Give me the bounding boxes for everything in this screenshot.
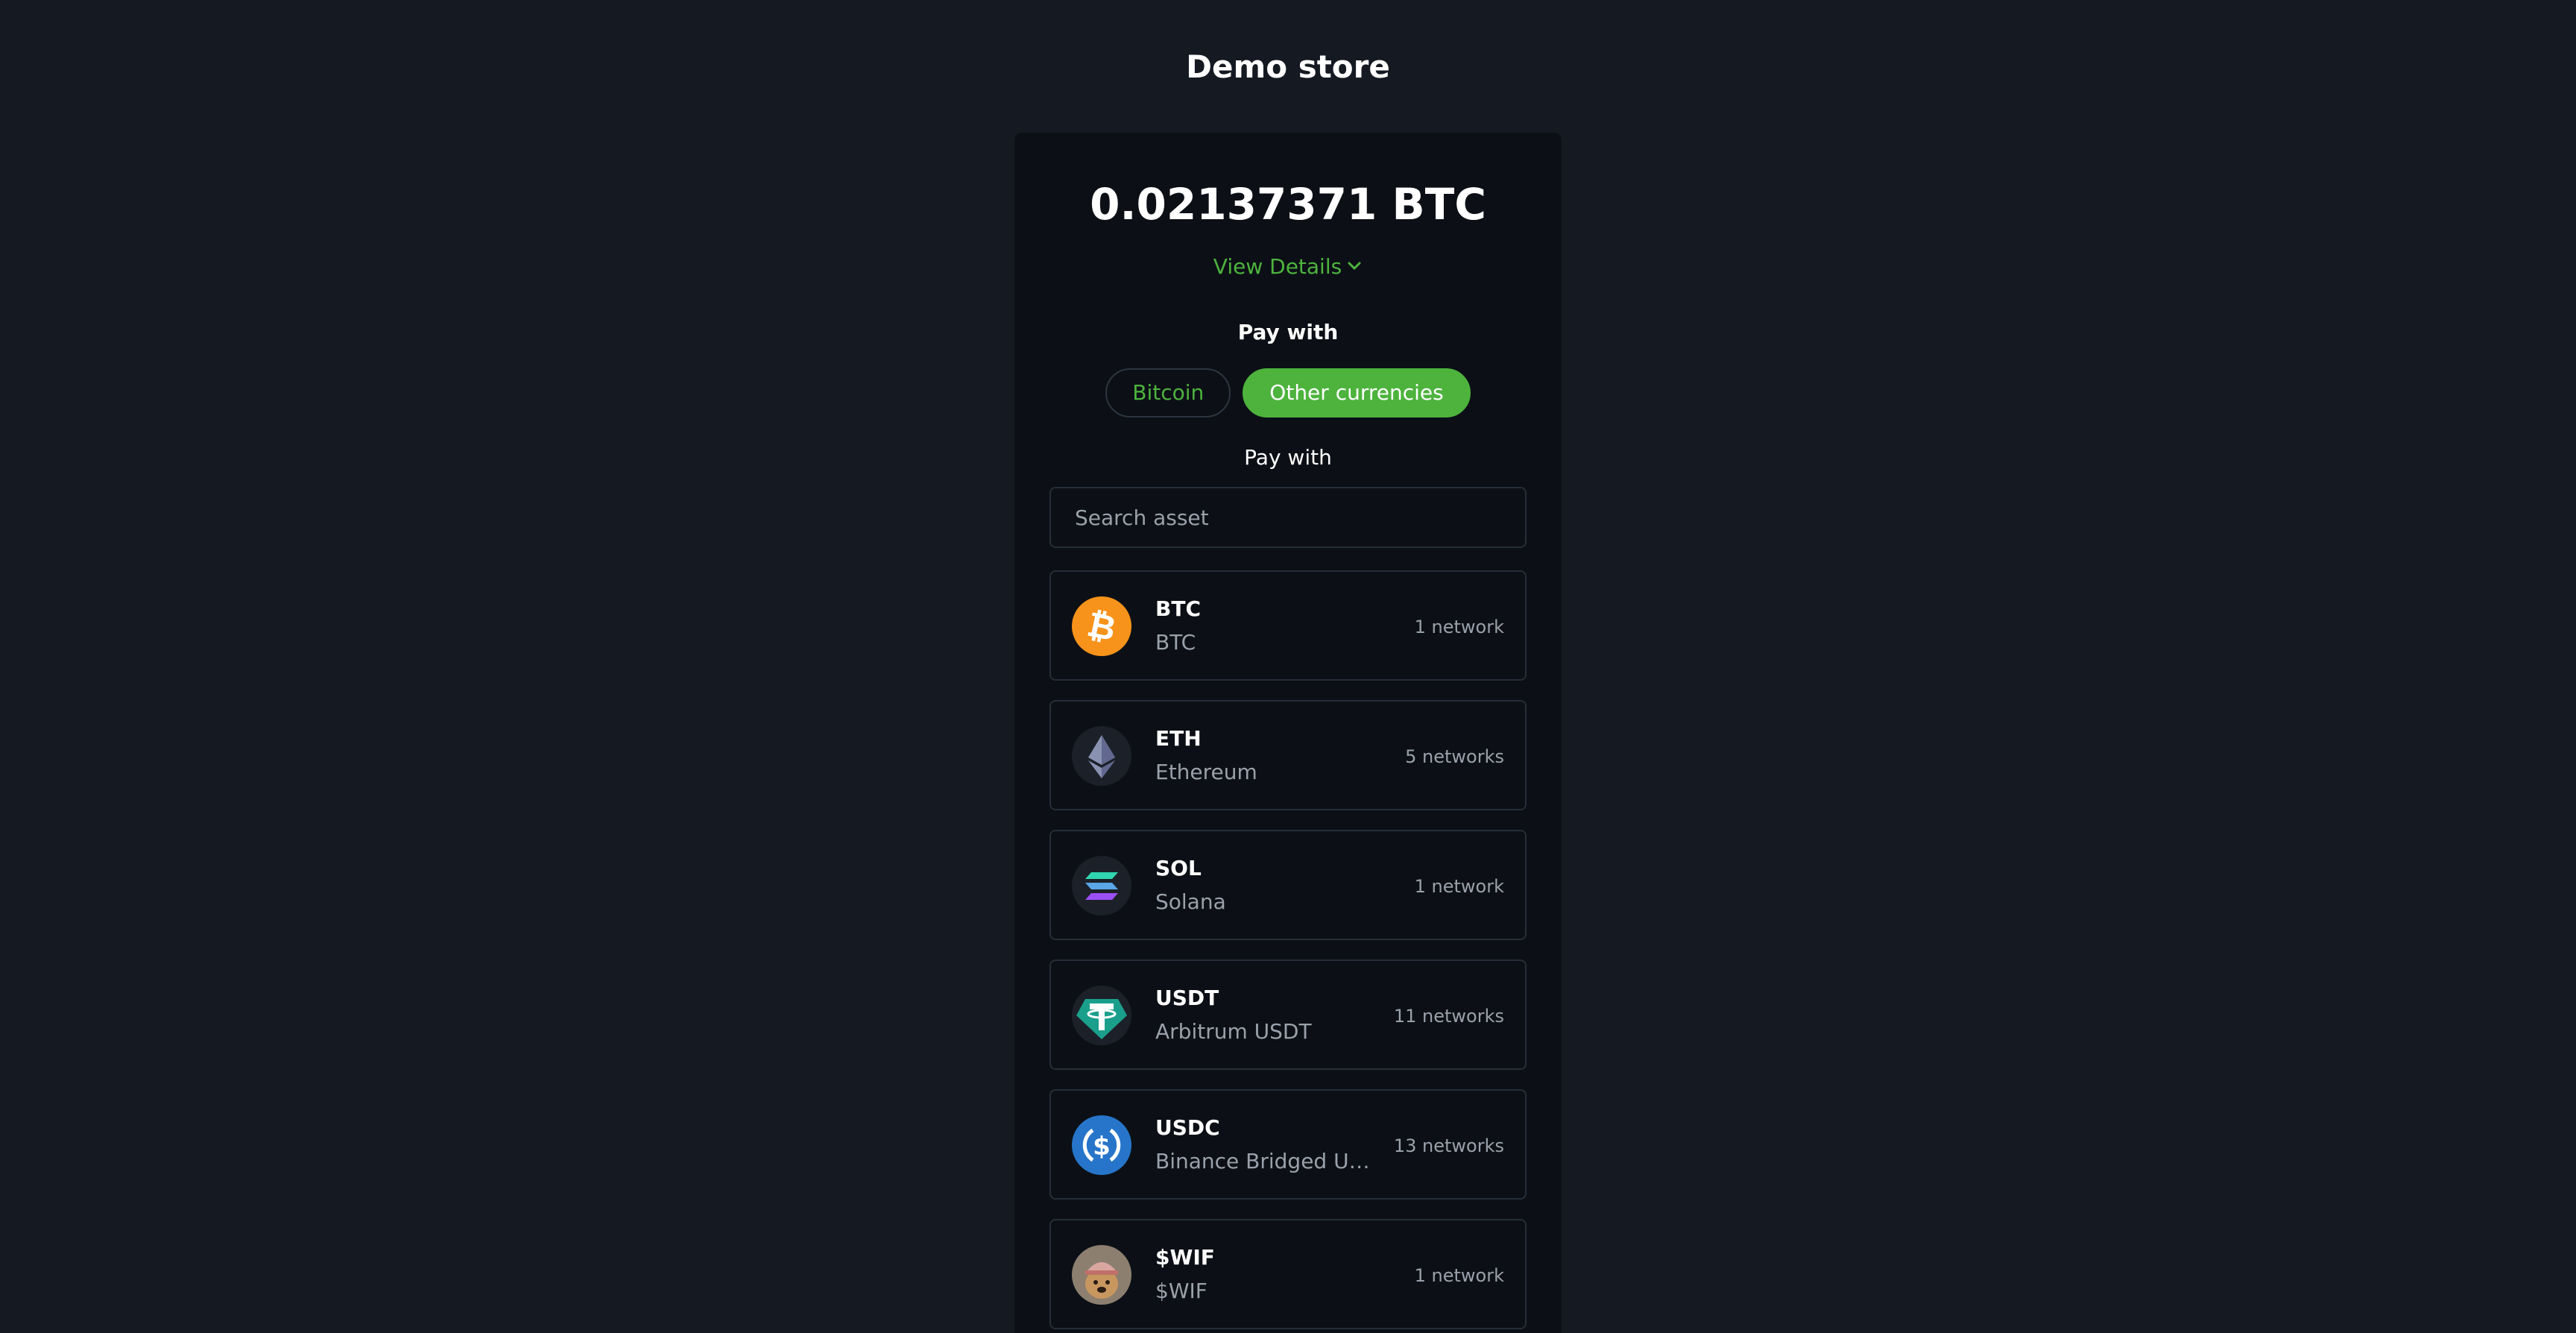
asset-network-count: 13 networks <box>1393 1135 1504 1156</box>
asset-item-sol[interactable]: SOL Solana 1 network <box>1049 830 1527 940</box>
usdc-icon: $ <box>1072 1115 1131 1175</box>
asset-symbol: $WIF <box>1155 1245 1215 1270</box>
tether-icon <box>1072 986 1131 1045</box>
store-title: Demo store <box>1186 48 1390 85</box>
checkout-page: Demo store 0.02137371 BTC View Details P… <box>0 0 2576 1333</box>
pay-with-label: Pay with <box>1244 445 1332 470</box>
asset-name: Solana <box>1155 889 1226 914</box>
asset-name: BTC <box>1155 630 1196 655</box>
bitcoin-option-button[interactable]: Bitcoin <box>1105 368 1231 417</box>
svg-text:$: $ <box>1093 1132 1111 1162</box>
dogwifhat-icon <box>1072 1245 1131 1305</box>
asset-symbol: USDC <box>1155 1115 1220 1140</box>
asset-name: Ethereum <box>1155 760 1257 784</box>
asset-network-count: 1 network <box>1414 876 1504 897</box>
asset-symbol: ETH <box>1155 726 1202 751</box>
pay-with-heading: Pay with <box>1237 320 1339 344</box>
asset-item-eth[interactable]: ETH Ethereum 5 networks <box>1049 700 1527 810</box>
asset-item-usdt[interactable]: USDT Arbitrum USDT 11 networks <box>1049 959 1527 1070</box>
asset-item-usdc[interactable]: $ USDC Binance Bridged US... 13 networks <box>1049 1089 1527 1200</box>
view-details-label: View Details <box>1213 254 1342 279</box>
solana-icon <box>1072 856 1131 916</box>
asset-symbol: SOL <box>1155 856 1202 880</box>
asset-name: $WIF <box>1155 1279 1208 1303</box>
asset-name: Binance Bridged US... <box>1155 1149 1371 1173</box>
payment-amount: 0.02137371 BTC <box>1090 179 1486 230</box>
asset-network-count: 1 network <box>1414 617 1504 637</box>
asset-item-wif[interactable]: $WIF $WIF 1 network <box>1049 1219 1527 1329</box>
asset-network-count: 11 networks <box>1393 1006 1504 1027</box>
payment-card: 0.02137371 BTC View Details Pay with Bit… <box>1014 133 1562 1333</box>
asset-network-count: 5 networks <box>1405 746 1504 767</box>
asset-symbol: BTC <box>1155 596 1201 621</box>
currency-toggle: Bitcoin Other currencies <box>1014 368 1562 417</box>
search-asset-input[interactable] <box>1049 487 1527 548</box>
asset-symbol: USDT <box>1155 986 1219 1010</box>
asset-name: Arbitrum USDT <box>1155 1019 1312 1044</box>
view-details-link[interactable]: View Details <box>1014 252 1562 283</box>
asset-network-count: 1 network <box>1414 1265 1504 1286</box>
asset-item-btc[interactable]: ₿ BTC BTC 1 network <box>1049 570 1527 681</box>
chevron-down-icon <box>1346 253 1363 283</box>
bitcoin-icon: ₿ <box>1072 596 1131 656</box>
ethereum-icon <box>1072 726 1131 786</box>
other-currencies-button[interactable]: Other currencies <box>1243 368 1471 417</box>
